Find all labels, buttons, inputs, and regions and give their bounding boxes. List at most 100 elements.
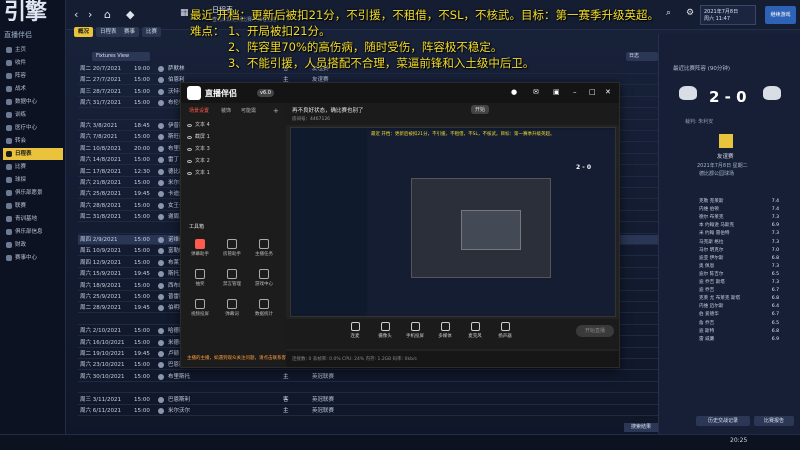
sidebar-item[interactable]: 主页 (3, 44, 63, 56)
match-report-button[interactable]: 比赛报告 (754, 416, 794, 426)
sidebar-item[interactable]: 数据中心 (3, 96, 63, 108)
start-button[interactable]: 开始 (471, 105, 490, 114)
avatar-icon[interactable]: ● (511, 88, 517, 96)
fixture-row[interactable] (78, 383, 658, 394)
player-rating-row[interactable]: 迪 斯特 6.8 (699, 328, 779, 335)
player-rating-row[interactable]: 雷 威廉 6.9 (699, 336, 779, 343)
tab-overview[interactable]: 概况 (74, 27, 94, 37)
player-name: 雷 威廉 (699, 336, 715, 342)
add-scene-icon[interactable]: + (273, 107, 279, 115)
fixture-opponent[interactable]: 巴恩斯利 (168, 395, 208, 405)
search-results-button[interactable]: 搜索结果 (624, 423, 658, 432)
sidebar-item[interactable]: 俱乐部愿景 (3, 187, 63, 199)
player-rating-row[interactable]: 马尔 明克尔 7.0 (699, 247, 779, 254)
fixture-date: 周六 15/9/2021 (80, 271, 121, 278)
control-button[interactable]: 摄像头 (372, 321, 398, 339)
fixture-row[interactable]: 周三 3/11/2021 15:00 巴恩斯利 客 英冠联赛 (78, 395, 658, 405)
minimize-icon[interactable]: – (573, 88, 577, 96)
control-button[interactable]: 连麦 (342, 321, 368, 339)
tool-item[interactable]: 数据统计 (251, 297, 277, 321)
tool-item[interactable]: 禁言管理 (219, 267, 245, 291)
sidebar-item[interactable]: 阵容 (3, 70, 63, 82)
tab-events[interactable]: 赛事 (120, 27, 140, 37)
control-button[interactable]: 麦克风 (462, 321, 488, 339)
forward-arrow-icon[interactable]: › (88, 8, 92, 21)
source-item[interactable]: 文本 4 (185, 121, 283, 130)
tool-item[interactable]: 主播任务 (251, 237, 277, 261)
tool-item[interactable]: 抽奖 (187, 267, 213, 291)
player-rating-row[interactable]: 伯 爱德华 6.7 (699, 311, 779, 318)
player-rating-row[interactable]: 内维 迈尔斯 6.4 (699, 303, 779, 310)
player-rating-row[interactable]: 迪 乔吉 斯塔 7.3 (699, 279, 779, 286)
tab-scene[interactable]: 场景设置 (189, 107, 209, 114)
sidebar-item[interactable]: 收件 (3, 57, 63, 69)
sidebar-item[interactable]: 青训基地 (3, 213, 63, 225)
tool-item[interactable]: 游戏中心 (251, 267, 277, 291)
eye-icon[interactable] (187, 172, 192, 175)
source-item[interactable]: 文本 1 (185, 169, 283, 178)
source-item[interactable]: 截屏 1 (185, 133, 283, 142)
tool-item[interactable]: 弹幕词 (219, 297, 245, 321)
player-rating: 6.7 (771, 288, 779, 294)
sidebar-item[interactable]: 医疗中心 (3, 122, 63, 134)
player-rating-row[interactable]: 德尔 布莱克 7.3 (699, 214, 779, 221)
game-controller-icon[interactable]: ⌂ (104, 8, 111, 21)
control-button[interactable]: 多媒体 (432, 321, 458, 339)
close-icon[interactable]: ✕ (605, 88, 611, 96)
eye-icon[interactable] (187, 136, 192, 139)
sidebar-item[interactable]: 俱乐部信息 (3, 226, 63, 238)
maximize-icon[interactable]: □ (589, 88, 596, 96)
player-rating-row[interactable]: 奥 佩恩 7.3 (699, 263, 779, 270)
sidebar-item[interactable]: 转会 (3, 135, 63, 147)
sidebar-item[interactable]: 联赛 (3, 200, 63, 212)
search-icon[interactable]: ⌕ (666, 8, 671, 18)
player-rating-row[interactable]: 马克斯 格拉 7.3 (699, 239, 779, 246)
tool-item[interactable]: 视频投屏 (187, 297, 213, 321)
player-rating-row[interactable]: 詹 乔吉 6.5 (699, 320, 779, 327)
control-button[interactable]: 扬声器 (492, 321, 518, 339)
stream-title-text: 再不良好状态，确比赛也别了 (292, 108, 364, 114)
player-rating-row[interactable]: 迪 乔吉 6.7 (699, 287, 779, 294)
mail-icon[interactable]: ✉ (533, 88, 539, 96)
continue-button[interactable]: 继续游戏 (765, 6, 796, 24)
player-rating: 6.4 (771, 304, 779, 310)
player-rating-row[interactable]: 迪尔 陈吉尔 6.5 (699, 271, 779, 278)
gift-icon[interactable]: ▣ (553, 88, 560, 96)
player-rating-row[interactable]: 米 约翰 雷伯特 7.3 (699, 230, 779, 237)
tab-decor[interactable]: 装饰 (221, 107, 231, 114)
fixture-opponent[interactable]: 米尔沃尔 (168, 406, 208, 416)
tool-item[interactable]: 房管助手 (219, 237, 245, 261)
player-rating-row[interactable]: 本 约翰逊 马斯克 6.9 (699, 222, 779, 229)
sidebar-item[interactable]: 球探 (3, 174, 63, 186)
player-rating-row[interactable]: 克莱 尤 布莱克 斯塔 6.8 (699, 295, 779, 302)
history-button[interactable]: 历史交战记录 (696, 416, 750, 426)
player-rating-row[interactable]: 迪亚 伊尔斯 6.8 (699, 255, 779, 262)
tab-schedule[interactable]: 日程表 (96, 27, 121, 37)
fixture-row[interactable]: 周六 30/10/2021 15:00 布里斯托 主 英冠联赛 (78, 372, 658, 382)
fixtures-view-dropdown[interactable]: Fixtures View (92, 52, 150, 61)
sidebar-item[interactable]: 日程表 (3, 148, 63, 160)
tab-misc[interactable]: 可能需 (241, 107, 256, 114)
eye-icon[interactable] (187, 148, 192, 151)
fixture-row[interactable]: 周六 6/11/2021 15:00 米尔沃尔 主 英冠联赛 (78, 406, 658, 416)
tab-matches[interactable]: 比赛 (142, 27, 162, 37)
player-rating-row[interactable]: 克勒 克莱斯 7.4 (699, 198, 779, 205)
sidebar-item[interactable]: 财政 (3, 239, 63, 251)
tool-item[interactable]: 弹幕助手 (187, 237, 213, 261)
sidebar-item[interactable]: 训练 (3, 109, 63, 121)
source-item[interactable]: 文本 3 (185, 145, 283, 154)
player-rating-row[interactable]: 内维 伯顿 7.4 (699, 206, 779, 213)
eye-icon[interactable] (187, 160, 192, 163)
source-item[interactable]: 文本 2 (185, 157, 283, 166)
sidebar-item[interactable]: 比赛 (3, 161, 63, 173)
eye-icon[interactable] (187, 124, 192, 127)
sidebar-item[interactable]: 赛事中心 (3, 252, 63, 264)
fixture-venue-type: 主 (283, 408, 289, 414)
settings-icon[interactable]: ⚙ (686, 8, 694, 18)
fixture-opponent[interactable]: 布里斯托 (168, 372, 208, 382)
control-button[interactable]: 手机投屏 (402, 321, 428, 339)
back-arrow-icon[interactable]: ‹ (74, 8, 78, 21)
start-live-button[interactable]: 开始直播 (576, 325, 614, 337)
team-crest-icon (158, 328, 164, 335)
sidebar-item[interactable]: 战术 (3, 83, 63, 95)
